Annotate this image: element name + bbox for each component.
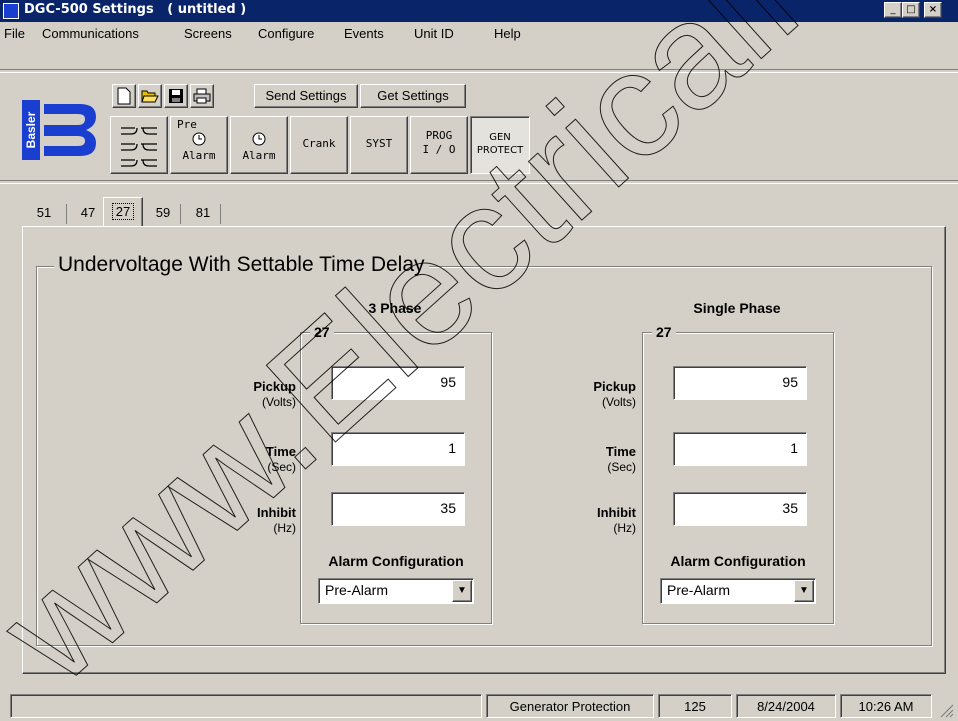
three-phase-heading: 3 Phase xyxy=(368,300,422,316)
send-settings-button[interactable]: Send Settings xyxy=(254,84,358,108)
tab-51[interactable]: 51 xyxy=(30,200,58,226)
status-number: 125 xyxy=(658,694,732,718)
single-phase-alarm-value: Pre-Alarm xyxy=(667,582,731,598)
print-icon xyxy=(193,88,211,104)
menu-unit-id[interactable]: Unit ID xyxy=(414,26,454,41)
tab-divider xyxy=(220,204,221,224)
status-time: 10:26 AM xyxy=(840,694,932,718)
screen-button-io[interactable] xyxy=(110,116,168,174)
logo-text: Basler xyxy=(24,111,38,148)
screen-button-crank[interactable]: Crank xyxy=(290,116,348,174)
get-settings-button[interactable]: Get Settings xyxy=(360,84,466,108)
print-button[interactable] xyxy=(190,84,214,108)
menu-bar: File Communications Screens Configure Ev… xyxy=(0,22,958,46)
maximize-button[interactable]: □ xyxy=(902,2,920,18)
tab-81[interactable]: 81 xyxy=(188,200,218,226)
pre-alarm-top-label: Pre xyxy=(177,118,197,131)
close-button[interactable]: × xyxy=(924,2,942,18)
single-phase-pickup-field[interactable]: 95 xyxy=(673,366,807,400)
single-phase-inhibit-field[interactable]: 35 xyxy=(673,492,807,526)
screen-button-alarm[interactable]: Alarm xyxy=(230,116,288,174)
single-phase-heading: Single Phase xyxy=(693,300,781,316)
open-folder-icon xyxy=(141,90,159,103)
open-button[interactable] xyxy=(138,84,162,108)
three-phase-pickup-label: Pickup xyxy=(253,379,296,394)
section-title: Undervoltage With Settable Time Delay xyxy=(54,253,429,277)
menu-screens[interactable]: Screens xyxy=(184,26,232,41)
menu-file[interactable]: File xyxy=(4,26,25,41)
status-date: 8/24/2004 xyxy=(736,694,836,718)
single-phase-alarm-select[interactable]: Pre-Alarm ▼ xyxy=(660,578,816,604)
menu-communications[interactable]: Communications xyxy=(42,26,139,41)
three-phase-alarm-label: Alarm Configuration xyxy=(328,553,464,569)
prog-bottom-label: I / O xyxy=(422,143,456,156)
save-button[interactable] xyxy=(164,84,188,108)
menu-help[interactable]: Help xyxy=(494,26,521,41)
single-phase-time-unit: (Sec) xyxy=(607,460,636,474)
single-phase-pickup-unit: (Volts) xyxy=(601,395,636,409)
io-contacts-icon xyxy=(121,127,157,167)
menu-configure[interactable]: Configure xyxy=(258,26,314,41)
alarm-label: Alarm xyxy=(242,149,276,162)
single-phase-time-label: Time xyxy=(605,444,636,459)
clock-icon xyxy=(192,132,206,146)
save-disk-icon xyxy=(169,89,183,103)
single-phase-time-field[interactable]: 1 xyxy=(673,432,807,466)
three-phase-inhibit-label: Inhibit xyxy=(257,505,296,520)
chevron-down-icon[interactable]: ▼ xyxy=(794,580,814,602)
three-phase-time-field[interactable]: 1 xyxy=(331,432,465,466)
single-phase-inhibit-label: Inhibit xyxy=(597,505,636,520)
three-phase-alarm-value: Pre-Alarm xyxy=(325,582,389,598)
single-phase-pickup-label: Pickup xyxy=(593,379,636,394)
status-message-pane xyxy=(10,694,482,718)
tab-divider xyxy=(66,204,67,224)
three-phase-time-label: Time xyxy=(265,444,296,459)
resize-grip-icon[interactable] xyxy=(936,700,954,718)
three-phase-group-label: 27 xyxy=(310,324,334,340)
gen-top-label: GEN xyxy=(489,132,511,143)
toolbar-separator xyxy=(0,69,958,73)
prog-top-label: PROG xyxy=(425,129,453,142)
three-phase-pickup-unit: (Volts) xyxy=(261,395,296,409)
three-phase-inhibit-field[interactable]: 35 xyxy=(331,492,465,526)
tab-47[interactable]: 47 xyxy=(72,200,104,226)
single-phase-inhibit-unit: (Hz) xyxy=(613,521,636,535)
screen-button-prog-io[interactable]: PROG I / O xyxy=(410,116,468,174)
menu-events[interactable]: Events xyxy=(344,26,384,41)
three-phase-inhibit-unit: (Hz) xyxy=(273,521,296,535)
three-phase-time-unit: (Sec) xyxy=(267,460,296,474)
chevron-down-icon[interactable]: ▼ xyxy=(452,580,472,602)
tab-divider xyxy=(180,204,181,224)
screen-button-gen-protect[interactable]: GEN PROTECT xyxy=(470,116,530,174)
tab-59[interactable]: 59 xyxy=(148,200,178,226)
three-phase-alarm-select[interactable]: Pre-Alarm ▼ xyxy=(318,578,474,604)
pre-alarm-bottom-label: Alarm xyxy=(182,149,216,162)
status-screen-name: Generator Protection xyxy=(486,694,654,718)
three-phase-pickup-field[interactable]: 95 xyxy=(331,366,465,400)
single-phase-group-label: 27 xyxy=(652,324,676,340)
single-phase-alarm-label: Alarm Configuration xyxy=(670,553,806,569)
window-title: DGC-500 Settings ( untitled ) xyxy=(24,2,247,17)
screen-button-syst[interactable]: SYST xyxy=(350,116,408,174)
basler-logo: Basler xyxy=(22,100,98,160)
clock-icon xyxy=(252,132,266,146)
screen-button-pre-alarm[interactable]: Pre Alarm xyxy=(170,116,228,174)
app-icon[interactable] xyxy=(3,3,19,19)
content-separator xyxy=(0,180,958,184)
new-file-button[interactable] xyxy=(112,84,136,108)
tab-27-label: 27 xyxy=(111,203,135,220)
new-file-icon xyxy=(117,87,131,105)
title-bar[interactable]: DGC-500 Settings ( untitled ) _ □ × xyxy=(0,0,958,22)
minimize-button[interactable]: _ xyxy=(884,2,902,18)
gen-bottom-label: PROTECT xyxy=(476,145,524,156)
tab-27[interactable]: 27 xyxy=(103,197,143,227)
